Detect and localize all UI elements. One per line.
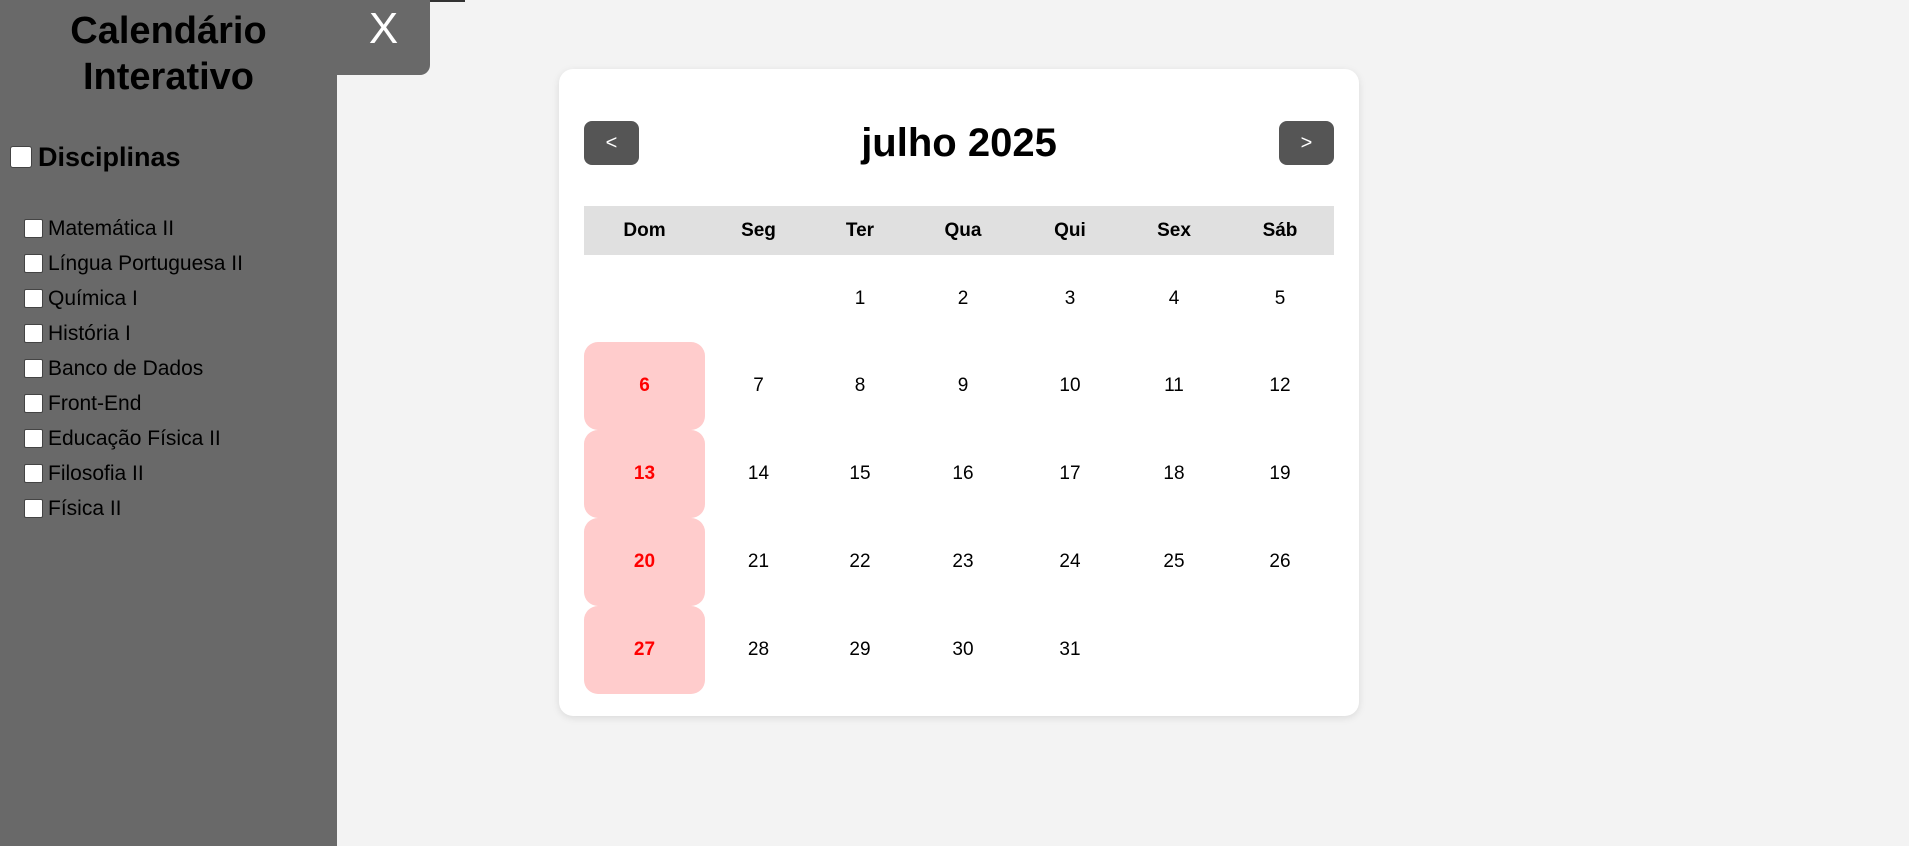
weekday-qui: Qui [1054, 219, 1086, 241]
subject-item[interactable]: Banco de Dados [24, 351, 243, 386]
calendar-day[interactable]: 10 [1018, 342, 1122, 430]
calendar-grid: Dom Seg Ter Qua Qui Sex Sáb 1 2 3 4 5 6 7 8 9 10 1… [584, 206, 1334, 694]
calendar-day[interactable]: 12 [1226, 342, 1334, 430]
calendar-week-row: 20 21 22 23 24 25 26 [584, 518, 1334, 606]
sidebar: Calendário Interativo Disciplinas Matemá… [0, 0, 337, 846]
calendar-day[interactable]: 23 [908, 518, 1018, 606]
subject-checkbox[interactable] [24, 324, 43, 343]
calendar-week-row: 27 28 29 30 31 [584, 606, 1334, 694]
subject-label: Física II [48, 496, 122, 520]
subject-checkbox[interactable] [24, 254, 43, 273]
calendar-empty-cell [705, 255, 812, 342]
subject-label: Língua Portuguesa II [48, 251, 243, 275]
calendar-day[interactable]: 14 [705, 430, 812, 518]
calendar-day[interactable]: 29 [812, 606, 908, 694]
subject-item[interactable]: Língua Portuguesa II [24, 246, 243, 281]
subject-checkbox[interactable] [24, 429, 43, 448]
calendar-week-row: 13 14 15 16 17 18 19 [584, 430, 1334, 518]
subject-label: Front-End [48, 391, 142, 415]
weekday-ter: Ter [845, 219, 875, 241]
calendar-day[interactable]: 5 [1226, 255, 1334, 342]
subject-item[interactable]: História I [24, 316, 243, 351]
subject-checkbox[interactable] [24, 394, 43, 413]
calendar-day[interactable]: 11 [1122, 342, 1226, 430]
calendar-day[interactable]: 15 [812, 430, 908, 518]
subject-label: Química I [48, 286, 138, 310]
subject-checkbox[interactable] [24, 219, 43, 238]
subject-item[interactable]: Física II [24, 491, 243, 526]
calendar-day[interactable]: 7 [705, 342, 812, 430]
weekday-seg: Seg [741, 219, 776, 241]
subject-item[interactable]: Química I [24, 281, 243, 316]
calendar-day-sunday[interactable]: 13 [584, 430, 705, 518]
app-title: Calendário Interativo [0, 8, 337, 100]
subject-item[interactable]: Matemática II [24, 211, 243, 246]
calendar-day[interactable]: 1 [812, 255, 908, 342]
weekday-qua: Qua [944, 219, 982, 241]
subject-label: Matemática II [48, 216, 175, 240]
calendar-day[interactable]: 24 [1018, 518, 1122, 606]
calendar-day[interactable]: 25 [1122, 518, 1226, 606]
subject-label: Educação Física II [48, 426, 221, 450]
next-month-button[interactable]: > [1279, 121, 1334, 165]
calendar-day[interactable]: 8 [812, 342, 908, 430]
calendar-day[interactable]: 17 [1018, 430, 1122, 518]
subject-checkbox[interactable] [24, 289, 43, 308]
subject-checkbox[interactable] [24, 464, 43, 483]
disciplinas-checkbox[interactable] [10, 146, 32, 168]
calendar-day[interactable]: 18 [1122, 430, 1226, 518]
calendar-day[interactable]: 16 [908, 430, 1018, 518]
calendar-day-sunday[interactable]: 20 [584, 518, 705, 606]
subject-list: Matemática II Língua Portuguesa II Quími… [24, 211, 243, 526]
disciplinas-toggle[interactable]: Disciplinas [10, 140, 181, 174]
calendar-day-sunday[interactable]: 27 [584, 606, 705, 694]
calendar-day[interactable]: 30 [908, 606, 1018, 694]
calendar-day[interactable]: 4 [1122, 255, 1226, 342]
calendar-day[interactable]: 31 [1018, 606, 1122, 694]
calendar-day[interactable]: 2 [908, 255, 1018, 342]
app-title-line2: Interativo [82, 56, 255, 98]
subject-checkbox[interactable] [24, 499, 43, 518]
calendar-day[interactable]: 19 [1226, 430, 1334, 518]
calendar-empty-cell [1122, 606, 1226, 694]
subject-item[interactable]: Front-End [24, 386, 243, 421]
subject-label: Banco de Dados [48, 356, 204, 380]
calendar-week-row: 12345 [584, 255, 1334, 342]
disciplinas-label: Disciplinas [38, 141, 181, 172]
calendar-week-row: 6 7 8 9 10 11 12 [584, 342, 1334, 430]
calendar-empty-cell [1226, 606, 1334, 694]
weekday-dom: Dom [623, 219, 666, 241]
calendar-empty-cell [584, 255, 705, 342]
app-title-line1: Calendário [70, 10, 267, 52]
month-title: julho 2025 [861, 121, 1057, 165]
calendar-day[interactable]: 9 [908, 342, 1018, 430]
close-sidebar-button[interactable]: X [337, 0, 430, 75]
calendar-day[interactable]: 21 [705, 518, 812, 606]
calendar-card: < julho 2025 > Dom Seg Ter Qua Qui Sex S… [559, 69, 1359, 716]
weekday-header: Dom Seg Ter Qua Qui Sex Sáb [584, 206, 1334, 255]
calendar-day-sunday[interactable]: 6 [584, 342, 705, 430]
calendar-day[interactable]: 28 [705, 606, 812, 694]
subject-item[interactable]: Filosofia II [24, 456, 243, 491]
subject-checkbox[interactable] [24, 359, 43, 378]
calendar-day[interactable]: 3 [1018, 255, 1122, 342]
calendar-weeks: 1 2 3 4 5 6 7 8 9 10 11 12 13 14 15 16 17 18 19 20 21 22 23 24 2… [584, 255, 1334, 694]
weekday-sab: Sáb [1262, 219, 1298, 241]
weekday-sex: Sex [1157, 219, 1191, 241]
subject-label: História I [48, 321, 131, 345]
calendar-day[interactable]: 26 [1226, 518, 1334, 606]
calendar-day[interactable]: 22 [812, 518, 908, 606]
subject-item[interactable]: Educação Física II [24, 421, 243, 456]
subject-label: Filosofia II [48, 461, 144, 485]
